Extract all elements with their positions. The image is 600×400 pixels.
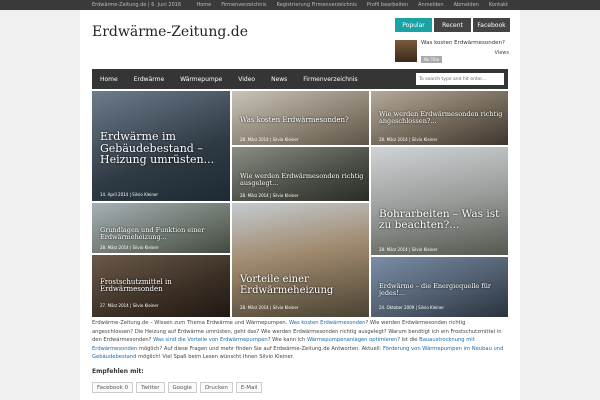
- popular-thumbnail[interactable]: [395, 40, 417, 62]
- tile-kosten[interactable]: Was kosten Erdwärmesonden? 28. März 2014…: [232, 91, 369, 145]
- top-link-firmenverzeichnis[interactable]: Firmenverzeichnis: [221, 2, 266, 8]
- main-nav: Home Erdwärme Wärmepumpe Video News Firm…: [92, 69, 508, 89]
- intro-text: Erdwärme-Zeitung.de – Wissen zum Thema E…: [92, 319, 508, 362]
- intro-part: Erdwärme-Zeitung.de – Wissen zum Thema E…: [92, 320, 289, 326]
- tile-title[interactable]: Was kosten Erdwärmesonden?: [240, 116, 365, 124]
- tile-title[interactable]: Wie werden Erdwärmesonden richtig ausgel…: [240, 173, 365, 187]
- share-buttons: Facebook 0 Twitter Google Drucken E-Mail: [92, 382, 263, 393]
- site-logo[interactable]: Erdwärme-Zeitung.de: [92, 24, 248, 40]
- tile-meta: 24. Oktober 2009 | Silvio Kleiner: [379, 305, 445, 310]
- tile-grundlagen[interactable]: Grundlagen und Funktion einer Erdwärmehe…: [92, 203, 230, 253]
- tile-meta: 14. April 2014 | Silvio Kleiner: [100, 192, 159, 197]
- top-link-anmelden[interactable]: Anmelden: [418, 2, 443, 8]
- tile-angeschlossen[interactable]: Wie werden Erdwärmesonden richtig angesc…: [371, 91, 508, 145]
- page-container: Erdwärme-Zeitung.de Popular Recent Faceb…: [80, 10, 520, 400]
- share-facebook-button[interactable]: Facebook 0: [92, 382, 134, 393]
- intro-link-kosten[interactable]: Was kosten Erdwärmesonden: [289, 320, 365, 326]
- tile-title[interactable]: Bohrarbeiten – Was ist zu beachten?...: [379, 208, 504, 231]
- tab-popular[interactable]: Popular: [395, 18, 432, 32]
- nav-waermepumpe[interactable]: Wärmepumpe: [172, 69, 230, 89]
- tile-meta: 28. März 2014 | Silvio Kleiner: [240, 193, 299, 198]
- top-link-profil[interactable]: Profil bearbeiten: [367, 2, 408, 8]
- tile-title[interactable]: Erdwärme im Gebäudebestand – Heizung umr…: [100, 131, 228, 166]
- intro-part: möglich! Viel Spaß beim Lesen wünscht Ih…: [136, 354, 294, 360]
- share-print-button[interactable]: Drucken: [199, 382, 233, 393]
- top-link-registrierung[interactable]: Registrierung Firmenverzeichnis: [276, 2, 356, 8]
- intro-link-optimieren[interactable]: Wärmepumpenanlagen optimieren: [307, 337, 397, 343]
- tile-meta: 28. März 2014 | Silvio Kleiner: [240, 137, 299, 142]
- nav-erdwaerme[interactable]: Erdwärme: [126, 69, 172, 89]
- top-link-home[interactable]: Home: [196, 2, 211, 8]
- tile-title[interactable]: Erdwärme – die Energiequelle für jedes!.…: [379, 283, 504, 297]
- tile-ausgelegt[interactable]: Wie werden Erdwärmesonden richtig ausgel…: [232, 147, 369, 201]
- tile-title[interactable]: Wie werden Erdwärmesonden richtig angesc…: [379, 111, 504, 125]
- tile-title[interactable]: Vorteile einer Erdwärmeheizung: [240, 274, 365, 296]
- nav-video[interactable]: Video: [230, 69, 263, 89]
- intro-part: ? Wie kann ich: [267, 337, 307, 343]
- share-email-button[interactable]: E-Mail: [235, 382, 263, 393]
- thumbnail-badge: No Title: [421, 56, 443, 63]
- tile-bohrarbeiten[interactable]: Bohrarbeiten – Was ist zu beachten?... 2…: [371, 147, 508, 255]
- tab-recent[interactable]: Recent: [434, 18, 471, 32]
- tile-meta: 28. März 2014 | Silvio Kleiner: [379, 247, 438, 252]
- widget-tabs: Popular Recent Facebook: [395, 18, 510, 32]
- tab-facebook[interactable]: Facebook: [473, 18, 510, 32]
- popular-item[interactable]: No Title Was kosten Erdwärmesonden? View…: [395, 38, 509, 66]
- tile-meta: 28. März 2014 | Silvio Kleiner: [100, 245, 159, 250]
- nav-news[interactable]: News: [263, 69, 295, 89]
- tile-vorteile[interactable]: Vorteile einer Erdwärmeheizung 28. März …: [232, 203, 369, 317]
- top-link-kontakt[interactable]: Kontakt: [489, 2, 508, 8]
- tile-energiequelle[interactable]: Erdwärme – die Energiequelle für jedes!.…: [371, 257, 508, 317]
- intro-part: ? Ist die: [397, 337, 420, 343]
- tile-frostschutz[interactable]: Frostschutzmittel in Erdwärmesonden 27. …: [92, 255, 230, 317]
- top-link-abmelden[interactable]: Abmelden: [454, 2, 479, 8]
- tile-meta: 27. März 2014 | Silvio Kleiner: [100, 303, 159, 308]
- tile-meta: 28. März 2014 | Silvio Kleiner: [379, 137, 438, 142]
- nav-home[interactable]: Home: [92, 69, 126, 89]
- popular-item-title[interactable]: Was kosten Erdwärmesonden?: [421, 40, 509, 46]
- site-date: Erdwärme-Zeitung.de | 6. Juni 2016: [92, 2, 182, 8]
- tile-title[interactable]: Frostschutzmittel in Erdwärmesonden: [100, 278, 228, 294]
- nav-firmenverzeichnis[interactable]: Firmenverzeichnis: [295, 69, 365, 89]
- popular-item-views: Views: [494, 50, 509, 56]
- top-links: Home Firmenverzeichnis Registrierung Fir…: [196, 2, 508, 8]
- share-google-button[interactable]: Google: [167, 382, 197, 393]
- tile-meta: 28. März 2014 | Silvio Kleiner: [240, 305, 299, 310]
- share-label: Empfehlen mit:: [92, 368, 144, 375]
- search-input[interactable]: To search type and hit enter...: [416, 73, 504, 85]
- top-bar: Erdwärme-Zeitung.de | 6. Juni 2016 Home …: [0, 0, 600, 10]
- featured-grid: Erdwärme im Gebäudebestand – Heizung umr…: [92, 91, 508, 317]
- tile-gebaeudebestand[interactable]: Erdwärme im Gebäudebestand – Heizung umr…: [92, 91, 230, 201]
- intro-link-vorteile[interactable]: Was sind die Vorteile von Erdwärmepumpen: [153, 337, 268, 343]
- tile-title[interactable]: Grundlagen und Funktion einer Erdwärmehe…: [100, 227, 228, 241]
- share-twitter-button[interactable]: Twitter: [136, 382, 165, 393]
- intro-part: möglich? Auf diese Fragen und mehr finde…: [137, 345, 383, 352]
